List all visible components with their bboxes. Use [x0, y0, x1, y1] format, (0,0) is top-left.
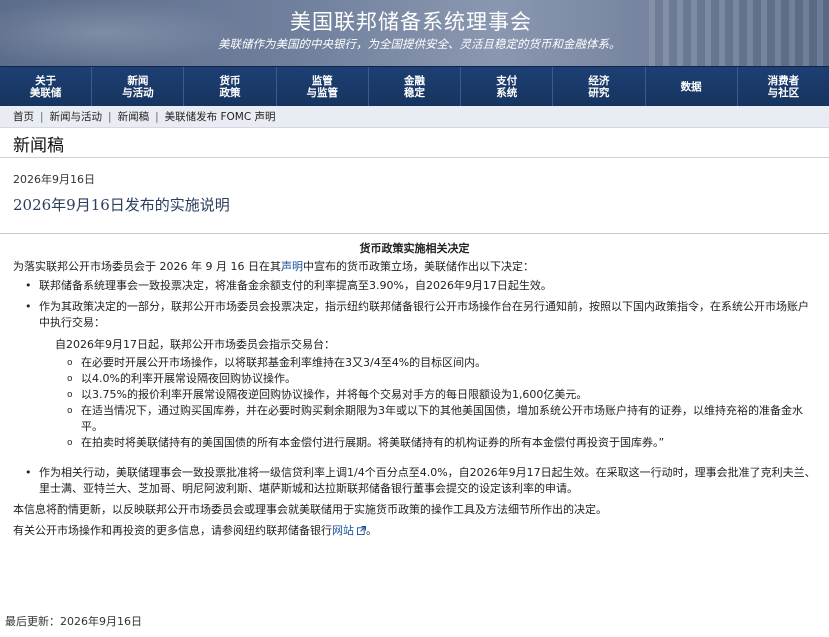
directive-item: 以3.75%的报价利率开展常设隔夜逆回购协议操作，并将每个交易对手方的每日限额设…: [39, 387, 816, 403]
main-nav: 关于 美联储 新闻 与活动 货币 政策 监管 与监管 金融 稳定 支付 系统 经…: [0, 66, 829, 106]
directive-text: 作为其政策决定的一部分，联邦公开市场委员会投票决定，指示纽约联邦储备银行公开市场…: [39, 300, 809, 329]
site-title[interactable]: 美国联邦储备系统理事会: [290, 6, 532, 36]
breadcrumb-separator: |: [40, 110, 44, 123]
ny-fed-website-link[interactable]: 网站: [332, 524, 354, 537]
directive-item: 在必要时开展公开市场操作，以将联邦基金利率维持在3又3/4至4%的目标区间内。: [39, 355, 816, 371]
directive-list: 在必要时开展公开市场操作，以将联邦基金利率维持在3又3/4至4%的目标区间内。 …: [39, 355, 816, 451]
nav-supervision[interactable]: 监管 与监管: [277, 67, 369, 106]
nav-payment-systems[interactable]: 支付 系统: [461, 67, 554, 106]
directive-item: 在适当情况下，通过购买国库券，并在必要时购买剩余期限为3年或以下的其他美国国债，…: [39, 403, 816, 435]
statement-link[interactable]: 声明: [281, 260, 303, 273]
nav-consumers[interactable]: 消费者 与社区: [738, 67, 829, 106]
breadcrumb-home[interactable]: 首页: [13, 109, 34, 124]
nav-news[interactable]: 新闻 与活动: [92, 67, 185, 106]
intro-text: 为落实联邦公开市场委员会于 2026 年 9 月 16 日在其: [13, 260, 281, 273]
nav-monetary-policy[interactable]: 货币 政策: [184, 67, 277, 106]
more-info-end: 。: [366, 524, 377, 537]
decision-item-primary-credit: 作为相关行动，美联储理事会一致投票批准将一级信贷利率上调1/4个百分点至4.0%…: [13, 465, 816, 497]
article-heading: 货币政策实施相关决定: [359, 242, 470, 255]
section-title: 新闻稿: [0, 128, 829, 158]
intro-text-end: 中宣布的货币政策立场，美联储作出以下决定：: [302, 260, 534, 273]
release-date: 2026年9月16日: [13, 173, 95, 186]
nav-economic-research[interactable]: 经济 研究: [553, 67, 646, 106]
page-title: 2026年9月16日发布的实施说明: [13, 196, 230, 214]
directive-item: 以4.0%的利率开展常设隔夜回购协议操作。: [39, 371, 816, 387]
breadcrumb-news-events[interactable]: 新闻与活动: [50, 109, 103, 124]
breadcrumb: 首页 | 新闻与活动 | 新闻稿 | 美联储发布 FOMC 声明: [0, 106, 829, 128]
external-link-icon[interactable]: [357, 526, 366, 535]
breadcrumb-separator: |: [108, 110, 112, 123]
update-paragraph: 本信息将酌情更新，以反映联邦公开市场委员会或理事会就美联储用于实施货币政策的操作…: [13, 503, 607, 516]
article-body: 货币政策实施相关决定 为落实联邦公开市场委员会于 2026 年 9 月 16 日…: [0, 234, 829, 539]
nav-data[interactable]: 数据: [646, 67, 738, 106]
site-tagline: 美联储作为美国的中央银行，为全国提供安全、灵活且稳定的货币和金融体系。: [218, 37, 621, 51]
decision-item-directive: 作为其政策决定的一部分，联邦公开市场委员会投票决定，指示纽约联邦储备银行公开市场…: [13, 299, 816, 451]
directive-item: 在拍卖时将美联储持有的美国国债的所有本金偿付进行展期。将美联储持有的机构证券的所…: [39, 435, 816, 451]
nav-financial-stability[interactable]: 金融 稳定: [369, 67, 462, 106]
more-info-paragraph: 有关公开市场操作和再投资的更多信息，请参阅纽约联邦储备银行网站。: [13, 523, 816, 539]
intro-paragraph: 为落实联邦公开市场委员会于 2026 年 9 月 16 日在其声明中宣布的货币政…: [13, 259, 816, 275]
last-updated: 最后更新：2026年9月16日: [5, 615, 142, 628]
decision-list: 联邦储备系统理事会一致投票决定，将准备金余额支付的利率提高至3.90%，自202…: [13, 278, 816, 497]
breadcrumb-separator: |: [155, 110, 159, 123]
breadcrumb-current[interactable]: 美联储发布 FOMC 声明: [165, 109, 276, 124]
decision-item-ioer: 联邦储备系统理事会一致投票决定，将准备金余额支付的利率提高至3.90%，自202…: [13, 278, 816, 294]
directive-intro: 自2026年9月17日起，联邦公开市场委员会指示交易台：: [55, 338, 335, 351]
more-info-text: 有关公开市场操作和再投资的更多信息，请参阅纽约联邦储备银行: [13, 524, 332, 537]
nav-about[interactable]: 关于 美联储: [0, 67, 93, 106]
site-banner: 美国联邦储备系统理事会 美联储作为美国的中央银行，为全国提供安全、灵活且稳定的货…: [0, 0, 829, 66]
breadcrumb-press-releases[interactable]: 新闻稿: [118, 109, 150, 124]
